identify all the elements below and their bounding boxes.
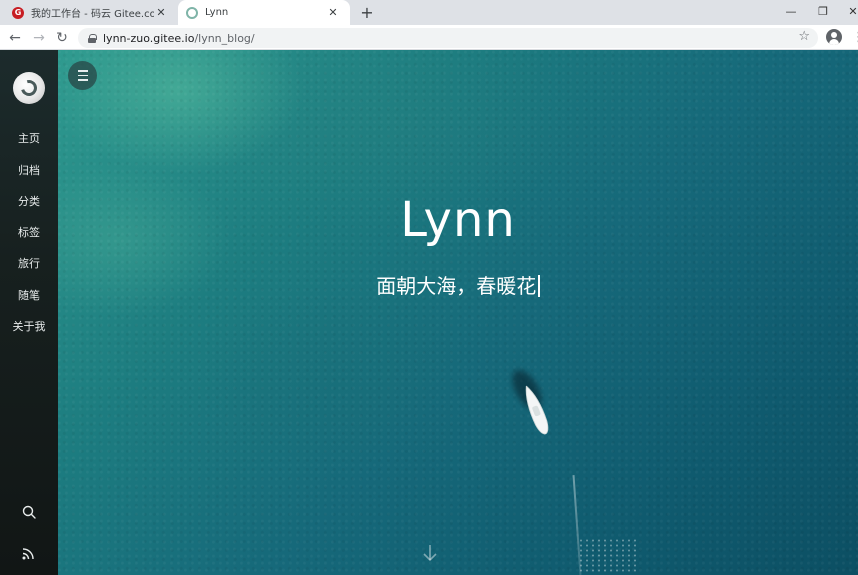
maximize-button[interactable]: ❐ <box>814 2 832 20</box>
browser-menu-icon[interactable]: ⋮ <box>852 30 858 45</box>
minimize-button[interactable]: — <box>782 2 800 20</box>
sidebar-item-home[interactable]: 主页 <box>0 130 58 146</box>
subtitle-text: 面朝大海，春暖花 <box>376 274 537 298</box>
lynn-favicon-icon <box>186 6 198 19</box>
sea-texture <box>58 50 858 575</box>
tab-title: 我的工作台 - 码云 Gitee.com <box>31 9 154 20</box>
sidebar-item-travel[interactable]: 旅行 <box>0 255 58 271</box>
bookmark-star-icon[interactable]: ☆ <box>798 29 810 44</box>
site-logo-icon[interactable] <box>13 72 45 104</box>
tab-lynn[interactable]: Lynn ✕ <box>178 0 350 25</box>
tab-title: Lynn <box>205 7 229 18</box>
url-path: /lynn_blog/ <box>194 31 255 45</box>
back-button[interactable]: ← <box>6 29 24 47</box>
rss-icon[interactable] <box>22 547 35 560</box>
search-icon[interactable] <box>22 505 36 519</box>
forward-button[interactable]: → <box>30 29 48 47</box>
sidebar-item-categories[interactable]: 分类 <box>0 193 58 209</box>
tab-gitee[interactable]: G 我的工作台 - 码云 Gitee.com ✕ <box>0 0 178 25</box>
gitee-icon: G <box>12 6 24 19</box>
window-close-button[interactable]: ✕ <box>846 2 858 20</box>
lock-icon[interactable] <box>88 33 97 43</box>
scroll-down-icon[interactable] <box>422 544 438 562</box>
menu-toggle-button[interactable] <box>68 61 97 90</box>
new-tab-button[interactable]: + <box>358 3 376 22</box>
sidebar-item-tags[interactable]: 标签 <box>0 224 58 240</box>
browser-toolbar: ← → ↻ lynn-zuo.gitee.io/lynn_blog/ ☆ <box>0 25 858 50</box>
sidebar-item-archive[interactable]: 归档 <box>0 162 58 178</box>
address-bar[interactable]: lynn-zuo.gitee.io/lynn_blog/ ☆ <box>78 28 818 48</box>
typing-cursor <box>538 275 540 297</box>
close-icon[interactable]: ✕ <box>154 6 168 20</box>
sidebar-item-essays[interactable]: 随笔 <box>0 287 58 303</box>
reload-button[interactable]: ↻ <box>53 29 71 47</box>
url-host: lynn-zuo.gitee.io <box>103 31 195 45</box>
blog-sidebar: 主页 归档 分类 标签 旅行 随笔 关于我 <box>0 50 58 575</box>
close-icon[interactable]: ✕ <box>326 6 340 20</box>
hero-banner: Lynn 面朝大海，春暖花 <box>58 50 858 575</box>
sidebar-item-about[interactable]: 关于我 <box>0 318 58 334</box>
boat-wake-foam <box>578 538 638 574</box>
browser-tab-strip: G 我的工作台 - 码云 Gitee.com ✕ Lynn ✕ + — ❐ ✕ <box>0 0 858 25</box>
site-title: Lynn <box>400 192 516 248</box>
site-subtitle: 面朝大海，春暖花 <box>58 270 858 299</box>
profile-icon[interactable] <box>826 29 842 45</box>
